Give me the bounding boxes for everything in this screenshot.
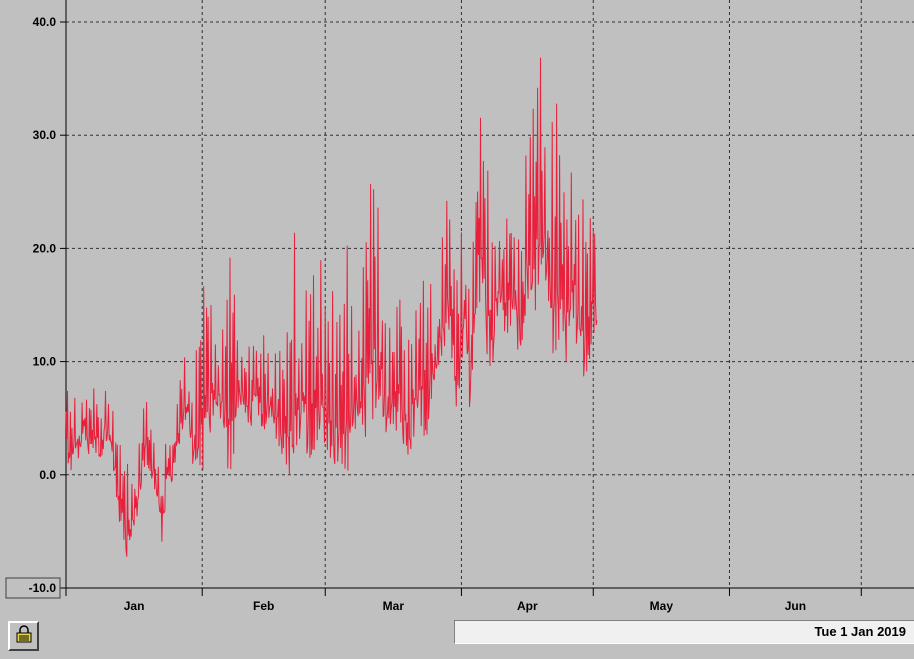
lock-button[interactable] — [8, 621, 39, 651]
y-tick-label: 20.0 — [33, 241, 57, 255]
x-tick-label: Jun — [785, 599, 806, 613]
x-tick-label: May — [650, 599, 674, 613]
y-tick-label: 10.0 — [33, 355, 57, 369]
y-tick-label: -10.0 — [29, 581, 57, 595]
temperature-line — [65, 57, 598, 557]
y-tick-label: 0.0 — [39, 468, 56, 482]
temperature-chart: 40.0 30.0 20.0 10.0 0.0 -10.0 Jan Feb Mar Apr May J… — [5, 0, 914, 613]
y-tick-label: 30.0 — [33, 128, 57, 142]
x-tick-label: Jan — [124, 599, 145, 613]
current-date-field: Tue 1 Jan 2019 — [454, 620, 914, 644]
padlock-icon — [14, 624, 34, 649]
grid-lines — [66, 0, 914, 588]
temperature-series — [65, 57, 598, 557]
x-tick-label: Mar — [383, 599, 405, 613]
x-tick-label: Feb — [253, 599, 274, 613]
y-tick-label: 40.0 — [33, 15, 57, 29]
axis-labels: 40.0 30.0 20.0 10.0 0.0 -10.0 Jan Feb Mar Apr May J… — [5, 15, 806, 613]
x-tick-label: Apr — [517, 599, 538, 613]
